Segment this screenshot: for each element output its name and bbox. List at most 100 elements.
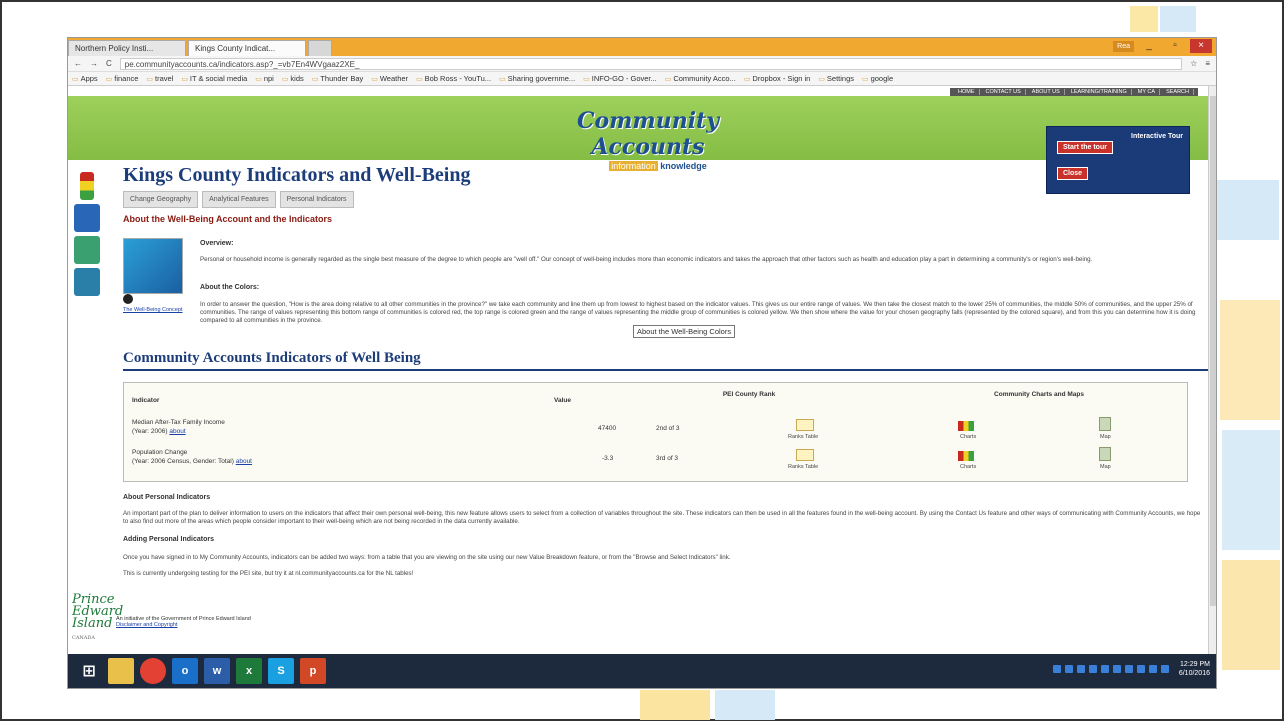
overview-heading: Overview: [200,240,234,247]
tray-icon[interactable] [1124,665,1133,673]
tab-analytical-features[interactable]: Analytical Features [202,191,276,208]
row2-about-link[interactable]: about [236,458,252,465]
reload-icon[interactable]: C [106,59,112,68]
tray-icon[interactable] [1112,665,1121,673]
scrollbar[interactable] [1208,86,1216,688]
play-icon[interactable] [123,294,133,304]
tray-icon[interactable] [1136,665,1145,673]
tab-kings-county[interactable]: Kings County Indicat... [188,40,306,56]
bookmark[interactable]: kids [282,74,303,83]
bookmark[interactable]: IT & social media [181,74,247,83]
nav-learning[interactable]: LEARNING/TRAINING [1067,89,1132,95]
back-icon[interactable]: ← [74,59,82,68]
system-tray: 12:29 PM 6/10/2016 [1052,660,1210,678]
row1-map-label[interactable]: Map [1100,434,1111,440]
bookmark[interactable]: npi [255,74,274,83]
user-badge[interactable]: Rea [1113,40,1134,52]
disclaimer-link[interactable]: Disclaimer and Copyright [116,622,177,628]
skype-icon[interactable]: S [268,658,294,684]
windows-start-icon[interactable]: ⊞ [76,658,102,684]
bookmark[interactable]: finance [106,74,138,83]
file-explorer-icon[interactable] [108,658,134,684]
col-charts-maps: Community Charts and Maps [994,391,1084,398]
colors-heading: About the Colors: [200,284,260,291]
pei-logo[interactable]: Prince Edward Island CANADA [72,593,123,644]
colors-text: In order to answer the question, "How is… [200,301,1196,325]
traffic-light-icon[interactable] [80,172,94,200]
row1-year: (Year: 2006) [132,428,168,435]
excel-icon[interactable]: x [236,658,262,684]
nav-my-ca[interactable]: MY CA [1134,89,1161,95]
bookmark[interactable]: Thunder Bay [312,74,363,83]
nav-search[interactable]: SEARCH [1162,89,1194,95]
tray-icon[interactable] [1052,665,1061,673]
bookmark[interactable]: Sharing governme... [499,74,576,83]
nav-about[interactable]: ABOUT US [1028,89,1065,95]
bookmark[interactable]: Community Acco... [665,74,736,83]
tray-icon[interactable] [1076,665,1085,673]
well-being-concept-link[interactable]: The Well-Being Concept [123,307,183,313]
row2-ranks-label[interactable]: Ranks Table [788,464,818,470]
url-input[interactable]: pe.communityaccounts.ca/indicators.asp?_… [119,57,1183,70]
menu-icon[interactable]: ≡ [1205,59,1210,68]
tab-personal-indicators[interactable]: Personal Indicators [279,191,354,208]
minimize-button[interactable]: _ [1138,39,1160,53]
deco-tile [715,690,775,720]
document-icon[interactable] [74,236,100,264]
row1-ranks-label[interactable]: Ranks Table [788,434,818,440]
bookmark[interactable]: Weather [371,74,408,83]
well-being-image[interactable] [123,238,183,294]
deco-tile [1220,300,1280,420]
address-bar: ← → C pe.communityaccounts.ca/indicators… [68,56,1216,72]
row1-about-link[interactable]: about [169,428,185,435]
bookmark[interactable]: travel [146,74,173,83]
map-icon[interactable] [1099,417,1111,431]
map-icon[interactable] [1099,447,1111,461]
chrome-icon[interactable] [140,658,166,684]
tray-icon[interactable] [1160,665,1169,673]
start-tour-button[interactable]: Start the tour [1057,141,1113,154]
deco-tile [1160,6,1196,32]
ranks-table-icon[interactable] [796,449,814,461]
tab-new[interactable] [308,40,332,56]
star-icon[interactable]: ☆ [1190,59,1197,68]
page-title: Kings County Indicators and Well-Being [123,164,471,186]
row2-charts-label[interactable]: Charts [960,464,976,470]
row2-map-label[interactable]: Map [1100,464,1111,470]
maximize-button[interactable]: ▫ [1164,39,1186,53]
tab-change-geography[interactable]: Change Geography [123,191,199,208]
site-logo[interactable]: Community Accounts data information know… [533,108,763,171]
nav-contact[interactable]: CONTACT US [982,89,1026,95]
row1-charts-label[interactable]: Charts [960,434,976,440]
logo-text: Community Accounts [576,108,720,160]
nav-home[interactable]: HOME [954,89,980,95]
row1-value: 47400 [598,425,617,432]
bookmark[interactable]: INFO-GO - Gover... [583,74,657,83]
indicators-title: Community Accounts Indicators of Well Be… [123,350,1208,371]
tray-icon[interactable] [1088,665,1097,673]
tray-icon[interactable] [1148,665,1157,673]
chart-icon[interactable] [74,268,100,296]
word-icon[interactable]: w [204,658,230,684]
bookmark[interactable]: Bob Ross - YouTu... [416,74,491,83]
charts-icon[interactable] [958,421,974,431]
forward-icon[interactable]: → [90,59,98,68]
bookmark[interactable]: Settings [818,74,854,83]
tray-icon[interactable] [1100,665,1109,673]
about-personal-text: An important part of the plan to deliver… [123,510,1201,526]
bookmark[interactable]: Dropbox - Sign in [744,74,810,83]
tray-icon[interactable] [1064,665,1073,673]
bookmark[interactable]: Apps [72,74,98,83]
grid-icon[interactable] [74,204,100,232]
tab-northern-policy[interactable]: Northern Policy Insti... [68,40,186,56]
ranks-table-icon[interactable] [796,419,814,431]
row2-meta: (Year: 2006 Census, Gender: Total) about [132,458,252,465]
system-clock[interactable]: 12:29 PM 6/10/2016 [1179,660,1210,678]
scroll-thumb[interactable] [1210,96,1216,606]
close-window-button[interactable]: × [1190,39,1212,53]
powerpoint-icon[interactable]: p [300,658,326,684]
bookmark[interactable]: google [862,74,894,83]
web-page: Community Accounts data information know… [68,86,1208,688]
charts-icon[interactable] [958,451,974,461]
outlook-icon[interactable]: o [172,658,198,684]
